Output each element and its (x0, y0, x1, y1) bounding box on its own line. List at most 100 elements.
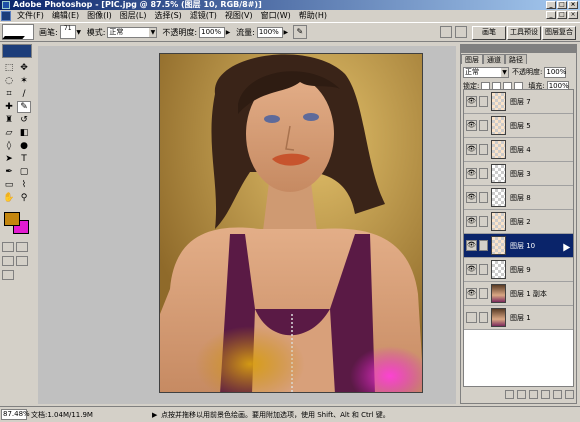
layer-row[interactable]: 👁 图层 8 (464, 186, 573, 210)
dodge-tool-icon[interactable]: ● (17, 140, 31, 152)
document-icon[interactable] (1, 11, 11, 21)
palette-toggle-icon[interactable] (455, 26, 467, 38)
menu-window[interactable]: 窗口(W) (257, 10, 295, 22)
doc-maximize-button[interactable]: □ (557, 11, 567, 19)
quick-mask-mode-icon[interactable] (16, 242, 28, 252)
tab-channels[interactable]: 通道 (483, 54, 505, 64)
eyedropper-tool-icon[interactable]: ⌇ (17, 179, 31, 191)
layers-panel-titlebar[interactable] (461, 45, 576, 53)
standard-mode-icon[interactable] (2, 242, 14, 252)
eye-icon[interactable]: 👁 (466, 240, 477, 251)
link-icon[interactable] (479, 168, 488, 179)
blend-mode-select[interactable]: 正常 ▼ (463, 66, 509, 78)
layer-row[interactable]: 👁 图层 5 (464, 114, 573, 138)
menu-help[interactable]: 帮助(H) (295, 10, 331, 22)
notes-tool-icon[interactable]: ▭ (2, 179, 16, 191)
maximize-button[interactable]: □ (557, 1, 567, 9)
flow-field[interactable]: 100% (256, 26, 283, 38)
pen-tool-icon[interactable]: ✒ (2, 166, 16, 178)
zoom-tool-icon[interactable]: ⚲ (17, 192, 31, 204)
document-canvas[interactable] (159, 53, 423, 393)
link-icon[interactable] (479, 144, 488, 155)
link-icon[interactable] (479, 216, 488, 227)
crop-tool-icon[interactable]: ⌗ (2, 88, 16, 100)
clone-stamp-tool-icon[interactable]: ♜ (2, 114, 16, 126)
opacity-field[interactable]: 100% (199, 26, 226, 38)
trash-icon[interactable] (565, 389, 574, 399)
menu-image[interactable]: 图像(I) (83, 10, 116, 22)
screen-mode-standard-icon[interactable] (2, 256, 14, 266)
tab-layers[interactable]: 图层 (461, 54, 483, 64)
layer-row[interactable]: 👁 图层 3 (464, 162, 573, 186)
menu-edit[interactable]: 编辑(E) (48, 10, 83, 22)
eye-hidden-icon[interactable]: 👁 (466, 312, 477, 323)
tab-brushes[interactable]: 画笔 (472, 26, 506, 40)
doc-close-button[interactable]: × (568, 11, 578, 19)
layer-row[interactable]: 👁 图层 1 副本 (464, 282, 573, 306)
brush-dropdown-icon[interactable]: ▼ (76, 27, 82, 38)
flow-slider-icon[interactable]: ▶ (283, 27, 289, 38)
eye-icon[interactable]: 👁 (466, 144, 477, 155)
blur-tool-icon[interactable]: ◊ (2, 140, 16, 152)
jump-to-imageready-icon[interactable] (2, 270, 14, 280)
layer-row-selected[interactable]: 👁 图层 10 (464, 234, 573, 258)
layer-row[interactable]: 👁 图层 7 (464, 90, 573, 114)
tab-paths[interactable]: 路径 (505, 54, 527, 64)
link-icon[interactable] (479, 312, 488, 323)
eye-icon[interactable]: 👁 (466, 120, 477, 131)
eye-icon[interactable]: 👁 (466, 264, 477, 275)
close-button[interactable]: × (568, 1, 578, 9)
menu-select[interactable]: 选择(S) (150, 10, 185, 22)
eraser-tool-icon[interactable]: ▱ (2, 127, 16, 139)
document-size-info[interactable]: 文档:1.04M/11.9M (31, 410, 149, 420)
foreground-color-swatch[interactable] (4, 212, 20, 226)
brush-picker[interactable]: 71 (59, 25, 76, 39)
eye-icon[interactable]: 👁 (466, 168, 477, 179)
marquee-tool-icon[interactable]: ⬚ (2, 62, 16, 74)
brush-tool-icon[interactable]: ✎ (17, 101, 31, 113)
move-tool-icon[interactable]: ✥ (17, 62, 31, 74)
mode-select[interactable]: 正常 ▼ (107, 26, 158, 38)
tool-preset-picker[interactable] (2, 24, 34, 40)
history-brush-tool-icon[interactable]: ↺ (17, 114, 31, 126)
layer-style-icon[interactable] (505, 389, 514, 399)
layer-row[interactable]: 👁 图层 1 (464, 306, 573, 330)
healing-brush-tool-icon[interactable]: ✚ (2, 101, 16, 113)
status-menu-icon[interactable]: ▶ (152, 411, 158, 419)
link-icon[interactable] (479, 288, 488, 299)
doc-minimize-button[interactable]: _ (546, 11, 556, 19)
eye-icon[interactable]: 👁 (466, 192, 477, 203)
brush-link-icon[interactable] (479, 240, 488, 251)
minimize-button[interactable]: _ (546, 1, 556, 9)
new-layer-icon[interactable] (553, 389, 562, 399)
new-set-icon[interactable] (529, 389, 538, 399)
tab-layer-comps[interactable]: 图层复合 (542, 26, 576, 40)
gradient-tool-icon[interactable]: ◧ (17, 127, 31, 139)
toolbox-header[interactable] (2, 44, 32, 58)
magic-wand-tool-icon[interactable]: ✶ (17, 75, 31, 87)
add-mask-icon[interactable] (517, 389, 526, 399)
zoom-field[interactable]: 87.48% (1, 409, 30, 420)
lasso-tool-icon[interactable]: ◌ (2, 75, 16, 87)
layer-row[interactable]: 👁 图层 2 (464, 210, 573, 234)
link-icon[interactable] (479, 96, 488, 107)
eye-icon[interactable]: 👁 (466, 288, 477, 299)
menu-view[interactable]: 视图(V) (221, 10, 257, 22)
menu-file[interactable]: 文件(F) (13, 10, 48, 22)
shape-tool-icon[interactable]: ▢ (17, 166, 31, 178)
layer-row[interactable]: 👁 图层 4 (464, 138, 573, 162)
layer-opacity-field[interactable]: 100% (544, 66, 566, 78)
adjustment-layer-icon[interactable] (541, 389, 550, 399)
tab-tool-presets[interactable]: 工具预设 (507, 26, 541, 40)
link-icon[interactable] (479, 120, 488, 131)
hand-tool-icon[interactable]: ✋ (2, 192, 16, 204)
airbrush-toggle-icon[interactable]: ✎ (292, 25, 307, 39)
link-icon[interactable] (479, 192, 488, 203)
slice-tool-icon[interactable]: ∕ (17, 88, 31, 100)
screen-mode-full-icon[interactable] (16, 256, 28, 266)
file-browser-icon[interactable] (440, 26, 452, 38)
menu-layer[interactable]: 图层(L) (116, 10, 151, 22)
link-icon[interactable] (479, 264, 488, 275)
eye-icon[interactable]: 👁 (466, 216, 477, 227)
path-selection-tool-icon[interactable]: ➤ (2, 153, 16, 165)
